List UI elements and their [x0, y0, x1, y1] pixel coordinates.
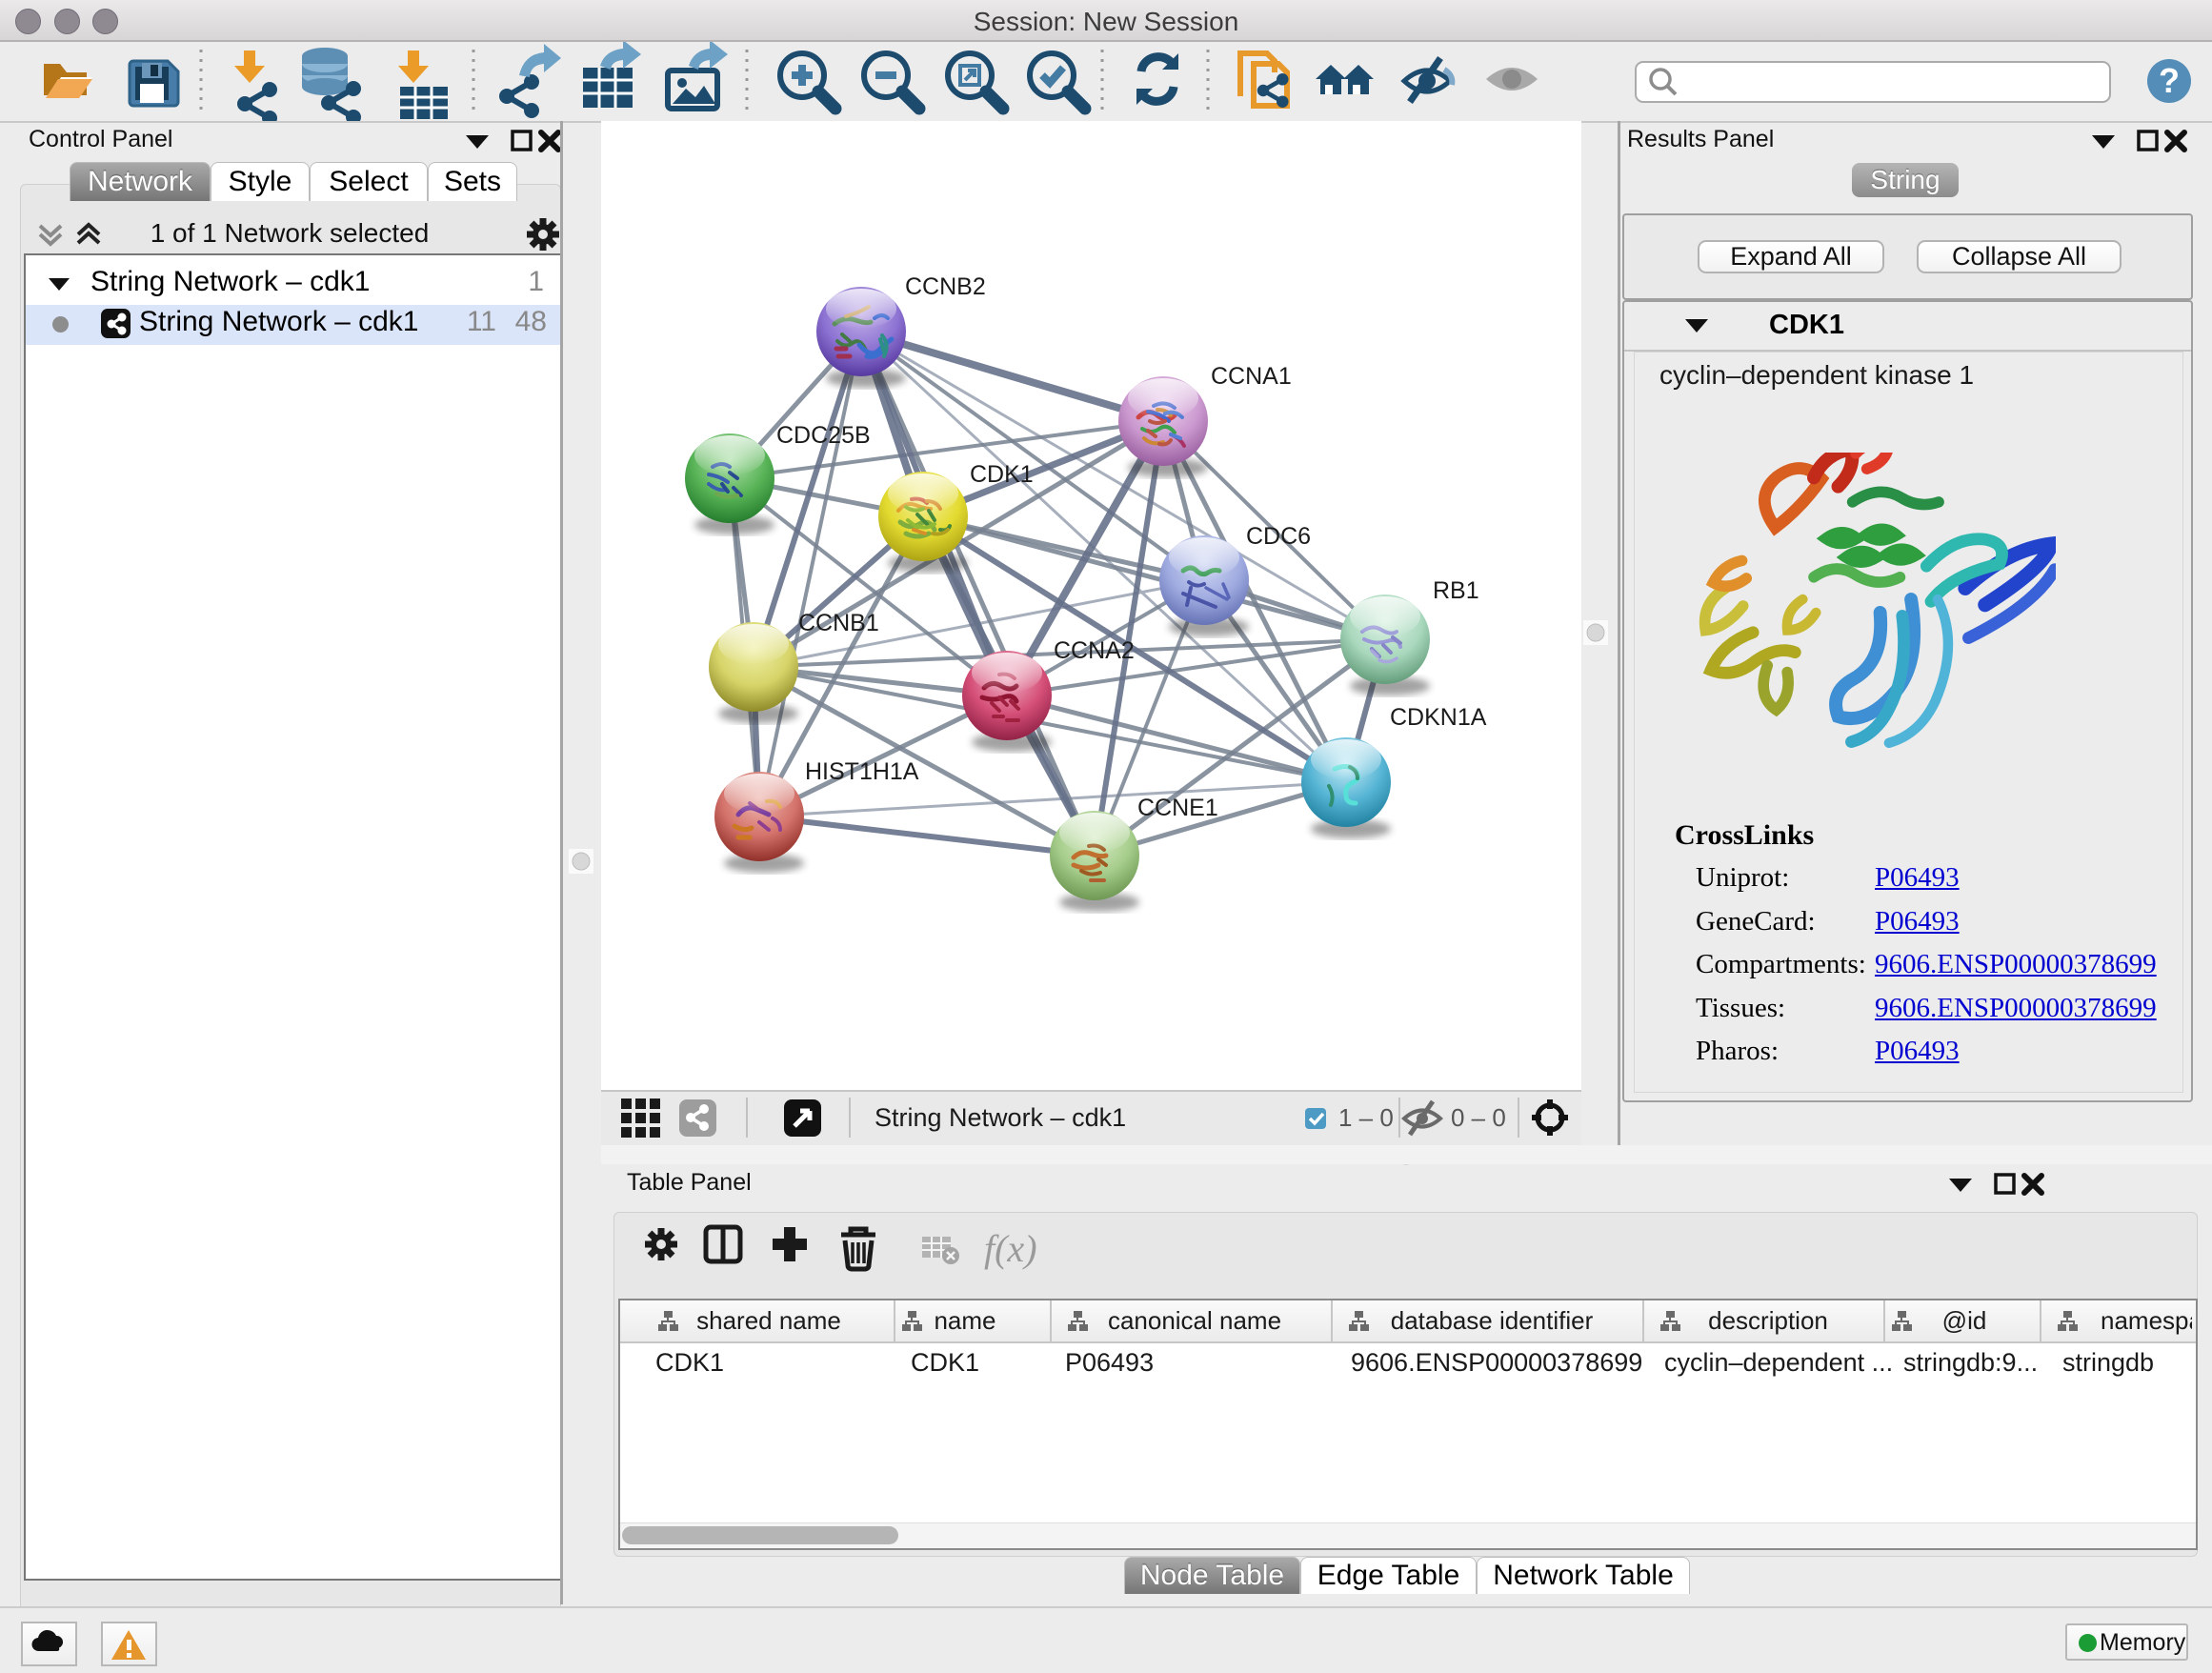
svg-text:name: name	[934, 1306, 995, 1335]
svg-text:canonical name: canonical name	[1108, 1306, 1281, 1335]
svg-text:RB1: RB1	[1433, 577, 1479, 604]
svg-text:CCNE1: CCNE1	[1137, 795, 1218, 821]
svg-text:0 – 0: 0 – 0	[1451, 1103, 1506, 1132]
svg-text:@id: @id	[1942, 1306, 1987, 1335]
svg-text:CCNA1: CCNA1	[1211, 363, 1292, 390]
svg-text:f(x): f(x)	[984, 1227, 1037, 1270]
svg-text:CDKN1A: CDKN1A	[1390, 704, 1487, 731]
svg-text:String Network – cdk1: String Network – cdk1	[875, 1103, 1126, 1132]
svg-text:shared name: shared name	[696, 1306, 841, 1335]
svg-text:CDK1: CDK1	[970, 461, 1034, 488]
svg-text:database identifier: database identifier	[1391, 1306, 1594, 1335]
svg-text:CCNB1: CCNB1	[798, 610, 879, 636]
svg-text:1 – 0: 1 – 0	[1338, 1103, 1394, 1132]
svg-text:HIST1H1A: HIST1H1A	[805, 758, 919, 785]
svg-text:CCNB2: CCNB2	[905, 273, 986, 300]
svg-text:description: description	[1708, 1306, 1828, 1335]
svg-text:CDC25B: CDC25B	[776, 422, 871, 449]
svg-text:CDC6: CDC6	[1246, 523, 1311, 550]
svg-text:CCNA2: CCNA2	[1054, 637, 1135, 664]
svg-text:namespac: namespac	[2101, 1306, 2192, 1335]
